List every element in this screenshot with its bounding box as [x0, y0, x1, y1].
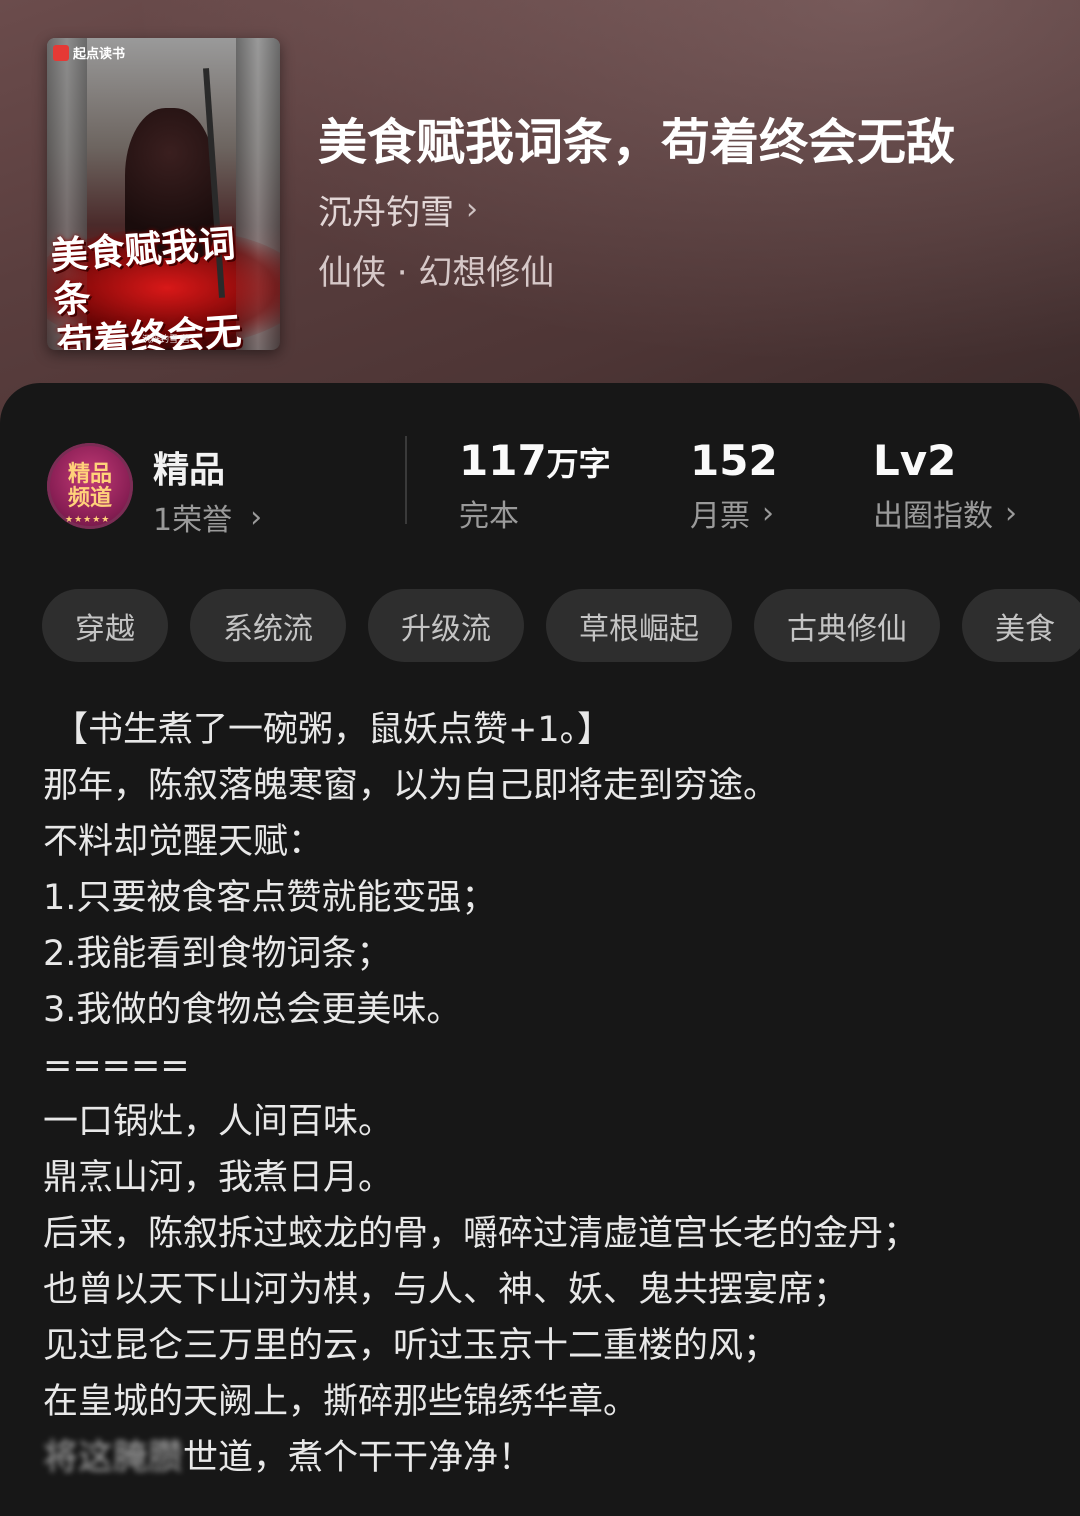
- synopsis-line: 鼎烹山河，我煮日月。: [43, 1158, 394, 1198]
- tag-chip[interactable]: 美食: [962, 589, 1080, 662]
- synopsis-line: 那年，陈叙落魄寒窗，以为自己即将走到穷途。: [43, 766, 779, 806]
- synopsis-last-text: 世道，煮个干干净净！: [183, 1438, 534, 1478]
- badge-text: 精品频道: [67, 461, 112, 511]
- tag-chip[interactable]: 古典修仙: [754, 589, 940, 662]
- book-cover[interactable]: 起点读书 美食赋我词条 苟着终会无敌 沉舟钓雪 著: [47, 38, 280, 350]
- stats-divider: [405, 436, 407, 524]
- word-count-unit: 万字: [546, 445, 611, 483]
- synopsis-line-last: 将这腌臜世道，煮个干干净净！: [43, 1430, 1053, 1486]
- word-count-stat: 117万字 完本: [459, 436, 611, 535]
- honor-link[interactable]: 1荣誉 ›: [153, 495, 262, 539]
- word-count-value: 117万字: [459, 436, 611, 485]
- word-count-label: 完本: [459, 491, 611, 535]
- synopsis-line: 也曾以天下山河为棋，与人、神、妖、鬼共摆宴席；: [43, 1270, 849, 1310]
- chevron-right-icon: ›: [466, 192, 478, 227]
- chevron-right-icon: ›: [762, 495, 774, 531]
- breakout-index-label: 出圈指数 ›: [873, 491, 1017, 535]
- synopsis-line: 一口锅灶，人间百味。: [43, 1102, 394, 1142]
- synopsis-line: 见过昆仑三万里的云，听过玉京十二重楼的风；: [43, 1326, 779, 1366]
- synopsis-line: 【书生煮了一碗粥，鼠妖点赞+1。】: [53, 710, 613, 750]
- breakout-index-text: 出圈指数: [873, 499, 993, 534]
- breakout-index-stat[interactable]: Lv2 出圈指数 ›: [873, 436, 1017, 535]
- genre-line[interactable]: 仙侠 · 幻想修仙: [318, 245, 554, 294]
- synopsis-line: 2.我能看到食物词条；: [43, 934, 392, 974]
- synopsis-line: =====: [43, 1046, 190, 1086]
- cover-brand-text: 起点读书: [73, 47, 126, 62]
- monthly-tickets-stat[interactable]: 152 月票 ›: [690, 436, 778, 535]
- monthly-tickets-label: 月票 ›: [690, 491, 778, 535]
- tag-chip[interactable]: 草根崛起: [546, 589, 732, 662]
- synopsis-faded-text: 将这腌臜: [43, 1438, 184, 1478]
- monthly-tickets-text: 月票: [690, 499, 750, 534]
- chevron-right-icon: ›: [1005, 495, 1017, 531]
- synopsis[interactable]: 【书生煮了一碗粥，鼠妖点赞+1。】 那年，陈叙落魄寒窗，以为自己即将走到穷途。 …: [43, 702, 1053, 1486]
- synopsis-line: 3.我做的食物总会更美味。: [43, 990, 462, 1030]
- synopsis-line: 在皇城的天阙上，撕碎那些锦绣华章。: [43, 1382, 639, 1422]
- chevron-right-icon: ›: [250, 499, 263, 535]
- badge-stars: ★★★★★: [65, 515, 111, 525]
- synopsis-line: 1.只要被食客点赞就能变强；: [43, 878, 497, 918]
- book-title: 美食赋我词条，苟着终会无敌: [318, 113, 956, 171]
- qidian-logo-icon: [53, 44, 69, 61]
- cover-brand: 起点读书: [53, 43, 125, 62]
- cover-title: 美食赋我词条 苟着终会无敌: [49, 219, 280, 350]
- tag-chip[interactable]: 穿越: [42, 589, 168, 662]
- honor-count: 1荣誉: [153, 503, 233, 538]
- premium-label: 精品: [153, 450, 226, 491]
- completion-status: 完本: [459, 499, 519, 534]
- monthly-tickets-value: 152: [690, 436, 778, 485]
- author-name: 沉舟钓雪: [318, 193, 454, 233]
- synopsis-line: 不料却觉醒天赋：: [43, 822, 324, 862]
- tag-chip[interactable]: 系统流: [190, 589, 346, 662]
- tag-chip[interactable]: 升级流: [368, 589, 524, 662]
- breakout-index-value: Lv2: [873, 436, 957, 485]
- word-count-number: 117: [459, 436, 547, 485]
- cover-author: 沉舟钓雪 著: [142, 335, 190, 345]
- tag-list: 穿越 系统流 升级流 草根崛起 古典修仙 美食: [42, 589, 1080, 662]
- author-link[interactable]: 沉舟钓雪 ›: [318, 185, 478, 234]
- cover-title-line1: 美食赋我词条: [49, 220, 237, 322]
- synopsis-line: 后来，陈叙拆过蛟龙的骨，嚼碎过清虚道宫长老的金丹；: [43, 1214, 919, 1254]
